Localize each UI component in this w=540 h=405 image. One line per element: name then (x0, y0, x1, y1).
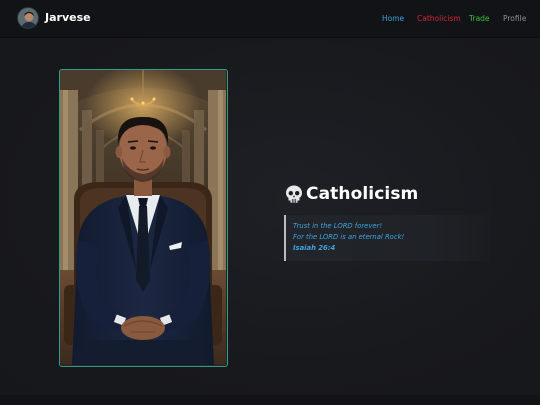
quote-line-1: Trust in the LORD forever! (293, 222, 383, 230)
nav-catholicism[interactable]: Catholicism (417, 14, 461, 23)
avatar[interactable] (17, 7, 39, 29)
quote-line-2: For the LORD is an eternal Rock! (293, 233, 405, 241)
brand-name[interactable]: Jarvese (45, 11, 91, 24)
footer (0, 395, 540, 405)
page-heading: Catholicism (284, 184, 418, 204)
nav-trade[interactable]: Trade (469, 14, 490, 23)
nav-home[interactable]: Home (382, 14, 404, 23)
top-navbar: Jarvese Home Catholicism Trade Profile (0, 0, 540, 38)
scripture-quote: Trust in the LORD forever! For the LORD … (284, 215, 490, 261)
quote-reference: Isaiah 26:4 (293, 244, 336, 252)
profile-photo (59, 69, 228, 367)
skull-icon (284, 184, 304, 204)
heading-text: Catholicism (306, 184, 419, 204)
nav-profile[interactable]: Profile (503, 14, 526, 23)
